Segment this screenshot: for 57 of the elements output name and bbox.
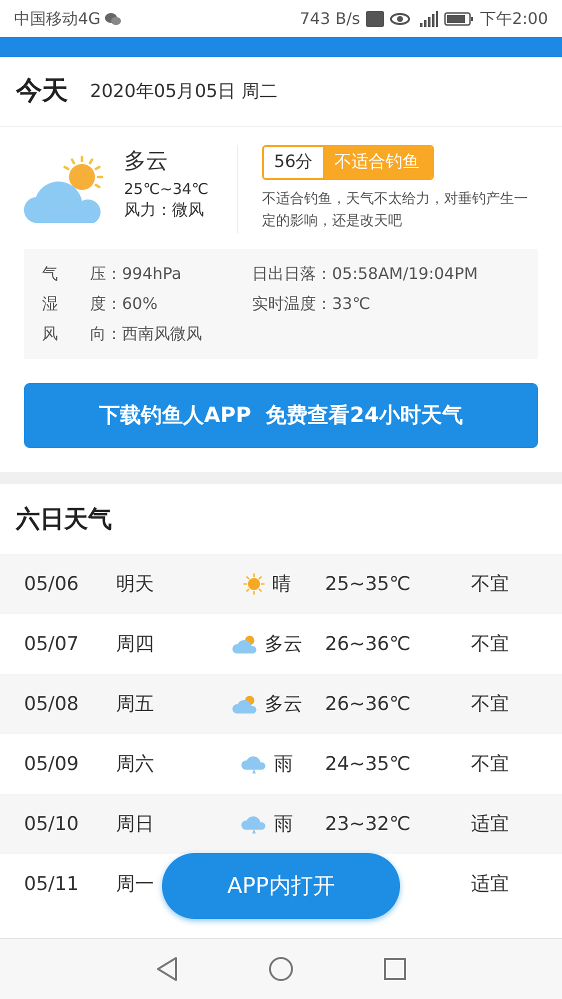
today-date: 2020年05月05日 周二 [90, 80, 278, 104]
forecast-weather: 雨 [274, 752, 293, 777]
fishing-suitability: 不宜 [471, 752, 509, 777]
chat-icon [104, 12, 121, 26]
weather-condition: 多云 [124, 148, 169, 176]
fishing-suitability: 适宜 [471, 812, 509, 837]
detail-label: 气 压： [42, 263, 122, 285]
forecast-day: 明天 [116, 570, 200, 598]
download-app-button[interactable]: 下载钓鱼人APP 免费查看24小时天气 [24, 383, 538, 448]
carrier-label: 中国移动4G [14, 8, 101, 30]
detail-value: 西南风微风 [122, 323, 202, 345]
fishing-verdict: 不适合钓鱼 [322, 147, 432, 178]
forecast-weather: 晴 [272, 572, 291, 597]
detail-value: 33℃ [332, 293, 370, 315]
back-icon[interactable] [154, 956, 179, 982]
fishing-suitability: 不宜 [471, 632, 509, 657]
network-speed: 743 B/s [300, 8, 360, 30]
wind-label: 风力：微风 [124, 199, 205, 221]
temperature-range: 25℃~34℃ [124, 179, 208, 199]
forecast-temperature: 25~35℃ [325, 572, 412, 597]
detail-label: 实时温度： [252, 293, 332, 315]
forecast-day: 周六 [116, 750, 200, 778]
detail-value: 05:58AM/19:04PM [332, 263, 478, 285]
forecast-date: 05/08 [23, 692, 80, 717]
forecast-weather: 雨 [274, 812, 293, 837]
forecast-date: 05/09 [23, 752, 80, 777]
forecast-date: 05/06 [23, 572, 80, 597]
fishing-suitability: 不宜 [471, 572, 509, 597]
recents-icon[interactable] [383, 957, 408, 981]
today-title: 今天 [16, 75, 68, 108]
sun-icon [242, 572, 266, 596]
forecast-temperature: 23~32℃ [325, 812, 412, 837]
open-in-app-button[interactable]: APP内打开 [162, 853, 400, 919]
fishing-suitability: 适宜 [471, 872, 509, 897]
detail-value: 60% [122, 293, 158, 315]
forecast-date: 05/07 [23, 632, 80, 657]
home-icon[interactable] [268, 956, 294, 982]
detail-label: 湿 度： [42, 293, 122, 315]
forecast-weather: 多云 [264, 632, 302, 657]
eye-icon [390, 12, 410, 26]
battery-icon [444, 10, 474, 26]
forecast-title: 六日天气 [16, 504, 112, 535]
detail-label: 风 向： [42, 323, 122, 345]
detail-label: 日出日落： [252, 263, 332, 285]
forecast-temperature: 26~36℃ [325, 632, 412, 657]
forecast-weather: 多云 [264, 692, 302, 717]
fishing-advice: 不适合钓鱼，天气不太给力，对垂钓产生一定的影响，还是改天吧 [262, 190, 529, 231]
detail-value: 994hPa [122, 263, 182, 285]
forecast-temperature: 26~36℃ [325, 692, 412, 717]
fishing-suitability: 不宜 [471, 692, 509, 717]
forecast-day: 周日 [116, 810, 200, 838]
clock: 下午2:00 [480, 8, 548, 30]
forecast-date: 05/11 [23, 872, 80, 897]
forecast-date: 05/10 [23, 812, 80, 837]
forecast-temperature: 24~35℃ [325, 752, 412, 777]
forecast-day: 周五 [116, 690, 200, 718]
forecast-day: 周四 [116, 630, 200, 658]
